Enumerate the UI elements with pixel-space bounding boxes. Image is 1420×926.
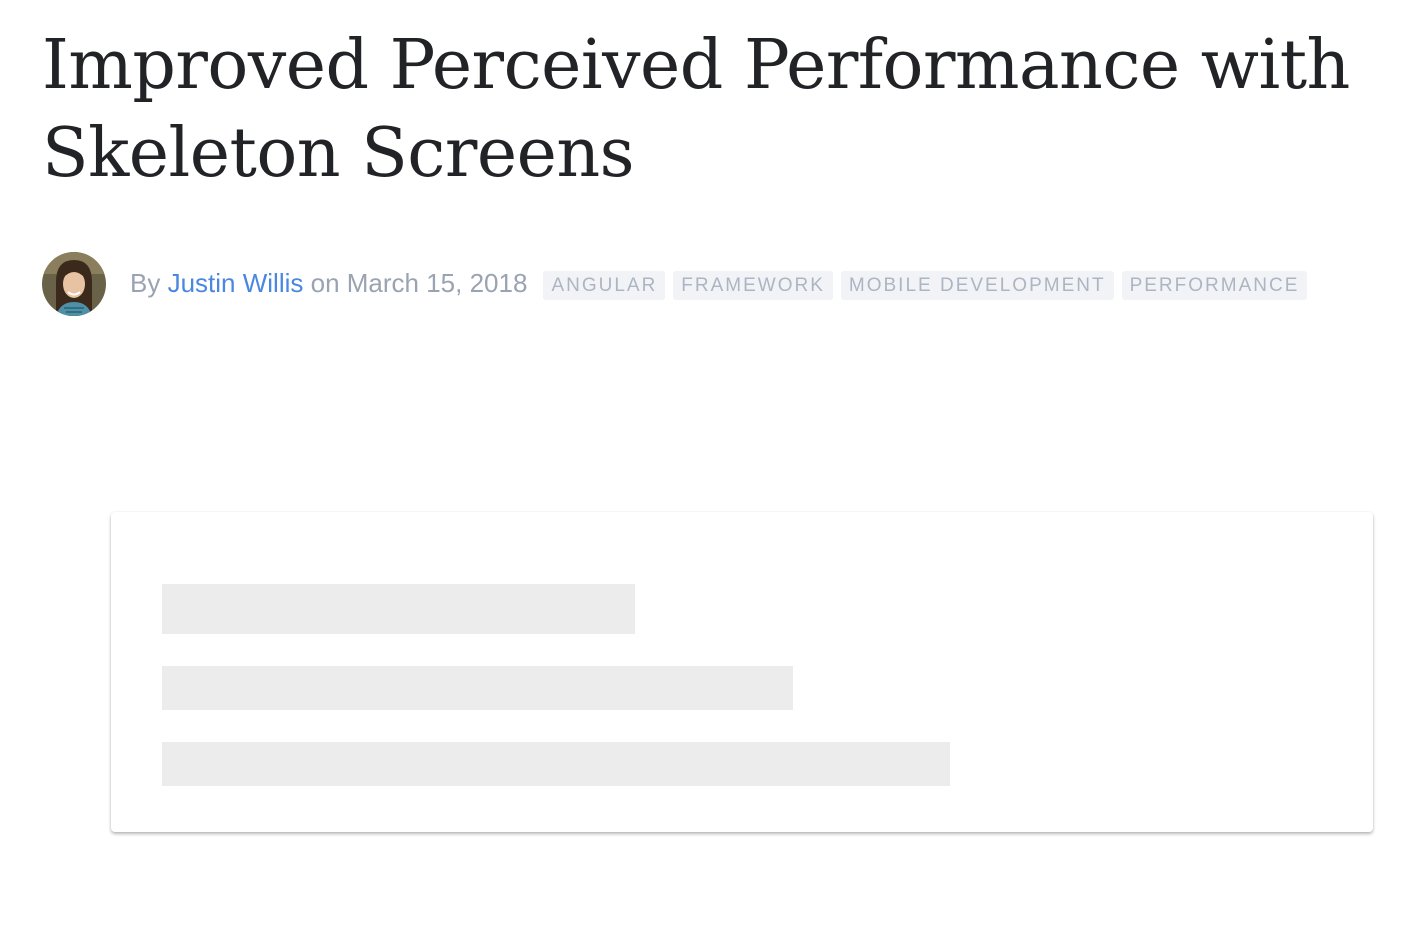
page: Improved Perceived Performance with Skel… [0, 0, 1420, 926]
by-label: By [130, 267, 161, 298]
tag-list: ANGULAR FRAMEWORK MOBILE DEVELOPMENT PER… [543, 270, 1308, 300]
skeleton-line [162, 742, 950, 786]
article-title: Improved Perceived Performance with Skel… [42, 26, 1350, 193]
publish-date: March 15, 2018 [346, 267, 528, 298]
author-avatar[interactable] [42, 252, 106, 316]
avatar-icon [42, 252, 106, 316]
tag-mobile-development[interactable]: MOBILE DEVELOPMENT [840, 270, 1114, 300]
article-meta: By Justin Willis on March 15, 2018 ANGUL… [42, 252, 1308, 316]
byline: By Justin Willis on March 15, 2018 [130, 268, 527, 299]
tag-angular[interactable]: ANGULAR [543, 270, 666, 300]
skeleton-line [162, 584, 635, 634]
tag-framework[interactable]: FRAMEWORK [673, 270, 833, 300]
skeleton-line [162, 666, 793, 710]
on-label: on [310, 267, 340, 298]
skeleton-card [111, 512, 1373, 832]
author-link[interactable]: Justin Willis [168, 268, 304, 298]
tag-performance[interactable]: PERFORMANCE [1121, 270, 1308, 300]
